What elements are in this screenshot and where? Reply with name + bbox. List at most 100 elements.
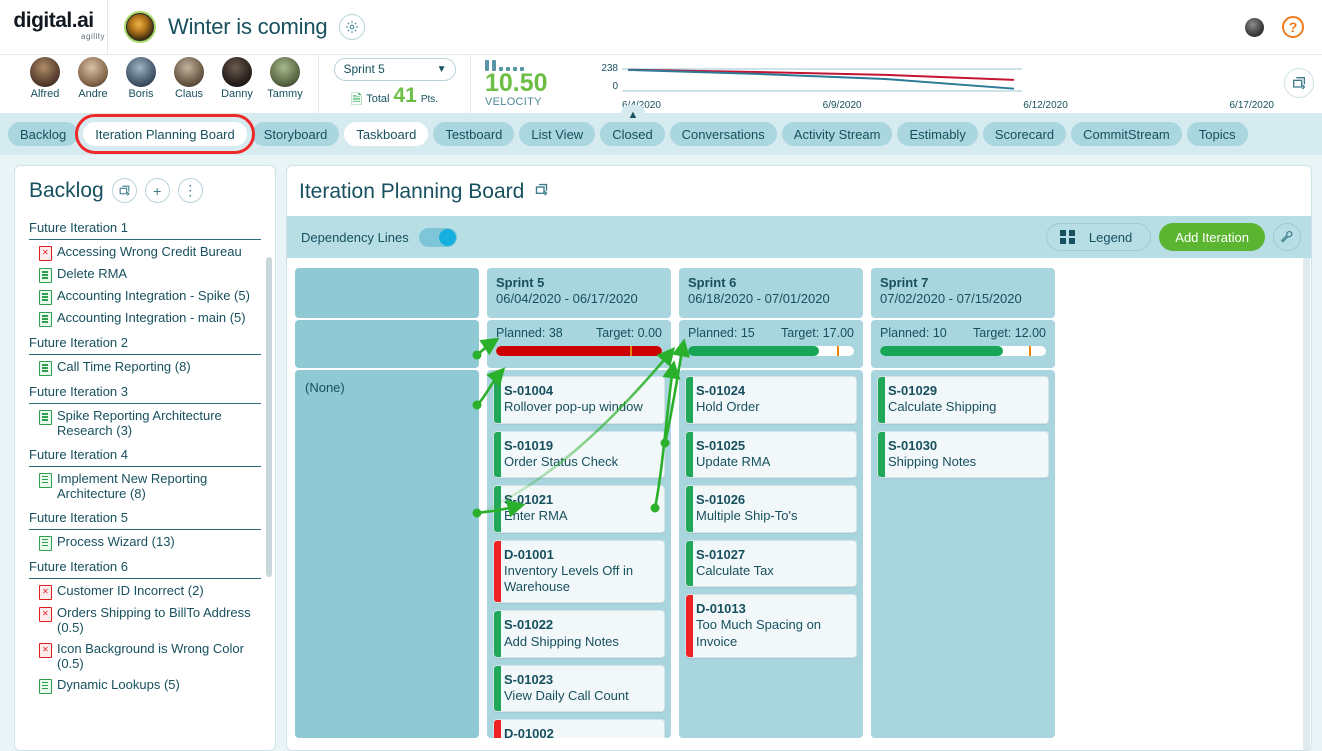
card-id: D-01001 — [504, 546, 554, 562]
board-card[interactable]: S-01024 Hold Order — [685, 376, 857, 424]
card-title: Calculate Shipping — [888, 399, 997, 415]
tab-testboard[interactable]: Testboard — [433, 122, 515, 146]
tab-scorecard[interactable]: Scorecard — [982, 122, 1067, 146]
team-member-name: Claus — [174, 88, 204, 100]
sprint-card-list: S-01029 Calculate Shipping S-01030 Shipping… — [871, 370, 1055, 738]
tab-list-view[interactable]: List View — [519, 122, 596, 146]
backlog-item[interactable]: Spike Reporting Architecture Research (3… — [29, 406, 261, 442]
story-icon — [39, 268, 52, 283]
backlog-item[interactable]: Process Wizard (13) — [29, 532, 261, 554]
board-column: Sprint 6 06/18/2020 - 07/01/2020 Planned: … — [679, 268, 863, 738]
logo-text: digital.ai — [13, 8, 94, 32]
board-card[interactable]: S-01023 View Daily Call Count — [493, 664, 665, 713]
team-member[interactable]: Alfred — [24, 57, 66, 100]
grid-icon — [1060, 229, 1075, 245]
add-iteration-button[interactable]: Add Iteration — [1159, 223, 1265, 251]
board-card[interactable]: S-01026 Multiple Ship-To's — [685, 485, 857, 533]
project-header: Winter is coming — [108, 0, 366, 54]
backlog-item[interactable]: Dynamic Lookups (5) — [29, 675, 261, 697]
refresh-icon[interactable] — [111, 178, 137, 203]
backlog-group-header[interactable]: Future Iteration 2 — [29, 330, 261, 355]
board-card[interactable]: S-01021 Enter RMA — [493, 485, 665, 533]
board-card[interactable]: D-01013 Too Much Spacing on Invoice — [685, 594, 857, 658]
add-icon[interactable]: + — [144, 178, 170, 203]
backlog-item[interactable]: Implement New Reporting Architecture (8) — [29, 469, 261, 505]
wrench-icon[interactable] — [1273, 223, 1301, 251]
board-card[interactable]: S-01029 Calculate Shipping — [877, 376, 1049, 424]
progress-bar-fill — [688, 346, 820, 356]
backlog-group-header[interactable]: Future Iteration 6 — [29, 554, 261, 579]
team-member-name: Danny — [221, 88, 253, 100]
sidebar-scrollbar[interactable] — [266, 257, 272, 577]
tab-estimably[interactable]: Estimably — [897, 122, 978, 146]
backlog-item[interactable]: Accessing Wrong Credit Bureau — [29, 242, 261, 264]
backlog-item[interactable]: Accounting Integration - Spike (5) — [29, 286, 261, 308]
board-card[interactable]: D-01002Pick Lists Reversed — [493, 719, 665, 738]
chart-xtick: 6/12/2020 — [1023, 100, 1068, 111]
dependency-lines-toggle[interactable] — [418, 227, 457, 247]
backlog-group-header[interactable]: Future Iteration 5 — [29, 505, 261, 530]
tab-activity-stream[interactable]: Activity Stream — [781, 122, 893, 146]
backlog-item[interactable]: Customer ID Incorrect (2) — [29, 581, 261, 603]
help-icon[interactable]: ? — [1282, 16, 1304, 38]
team-member[interactable]: Tammy — [264, 57, 306, 100]
tab-commitstream[interactable]: CommitStream — [1071, 122, 1182, 146]
board-card[interactable]: S-01025 Update RMA — [685, 430, 857, 478]
backlog-group-header[interactable]: Future Iteration 3 — [29, 379, 261, 404]
tab-storyboard[interactable]: Storyboard — [251, 122, 340, 146]
sprint-header[interactable]: Sprint 6 06/18/2020 - 07/01/2020 — [679, 268, 863, 318]
card-id: S-01004 — [504, 383, 554, 398]
team-member[interactable]: Boris — [120, 57, 162, 100]
tab-iteration-planning-board[interactable]: Iteration Planning Board — [75, 114, 255, 154]
board-card[interactable]: S-01030 Shipping Notes — [877, 430, 1049, 478]
backlog-item[interactable]: Icon Background is Wrong Color (0.5) — [29, 639, 261, 675]
burndown-chart[interactable]: 238 0 6/4/20206/9/20206/12/20206/17/2020 — [580, 55, 1322, 113]
gear-icon[interactable] — [339, 14, 366, 40]
backlog-list[interactable]: Future Iteration 1 Accessing Wrong Credit… — [15, 211, 275, 750]
backlog-item[interactable]: Accounting Integration - main (5) — [29, 308, 261, 330]
collapse-chevron-icon[interactable]: ▲ — [621, 105, 645, 121]
avatar[interactable] — [1245, 17, 1264, 37]
backlog-item-label: Accounting Integration - main (5) — [57, 310, 246, 325]
backlog-item[interactable]: Orders Shipping to BillTo Address (0.5) — [29, 603, 261, 639]
board-card[interactable]: S-01027 Calculate Tax — [685, 539, 857, 587]
board-card[interactable]: D-01001 Inventory Levels Off in Warehouse — [493, 539, 665, 604]
refresh-icon[interactable] — [534, 182, 549, 202]
progress-bar — [880, 346, 1046, 356]
sprint-stat-line: Planned: 15 Target: 17.00 — [688, 326, 854, 340]
avatar — [222, 57, 252, 87]
board-column-none: (None) — [295, 268, 479, 738]
backlog-item-label: Accounting Integration - Spike (5) — [57, 288, 250, 303]
tab-topics[interactable]: Topics — [1186, 122, 1248, 146]
tab-backlog[interactable]: Backlog — [8, 122, 79, 146]
board-toolbar: Dependency Lines Legend Add Iteration — [287, 216, 1311, 258]
app-logo[interactable]: digital.ai agility — [0, 0, 108, 54]
more-icon[interactable]: ⋮ — [177, 178, 203, 203]
sprint-header[interactable]: Sprint 7 07/02/2020 - 07/15/2020 — [871, 268, 1055, 318]
board-card[interactable]: S-01019 Order Status Check — [493, 430, 665, 478]
tab-closed[interactable]: Closed — [600, 122, 665, 146]
legend-button[interactable]: Legend — [1046, 223, 1152, 251]
backlog-group-header[interactable]: Future Iteration 1 — [29, 215, 261, 240]
board-card[interactable]: S-01004 Rollover pop-up window — [493, 376, 665, 424]
team-member[interactable]: Danny — [216, 57, 258, 100]
sprint-selector[interactable]: Sprint 5Sprint 6Sprint 7 — [333, 57, 456, 81]
board-scrollbar[interactable] — [1303, 258, 1310, 750]
team-member[interactable]: Claus — [168, 57, 210, 100]
sprint-dates: 06/04/2020 - 06/17/2020 — [496, 290, 638, 306]
board-column: Sprint 7 07/02/2020 - 07/15/2020 Planned: … — [871, 268, 1055, 738]
tab-conversations[interactable]: Conversations — [669, 122, 777, 146]
board-card[interactable]: S-01022 Add Shipping Notes — [493, 610, 665, 658]
tab-taskboard[interactable]: Taskboard — [344, 122, 429, 146]
sprint-header[interactable]: Sprint 5 06/04/2020 - 06/17/2020 — [487, 268, 671, 318]
backlog-group-header[interactable]: Future Iteration 4 — [29, 442, 261, 467]
velocity-block: 10.50 VELOCITY — [470, 55, 580, 113]
iteration-planning-panel: Iteration Planning Board Dependency Line… — [286, 165, 1312, 751]
team-member-list: Alfred Andre Boris Claus Danny Tammy — [0, 55, 318, 113]
team-member[interactable]: Andre — [72, 57, 114, 100]
total-label: Total — [366, 92, 390, 105]
refresh-icon[interactable] — [1284, 68, 1314, 98]
backlog-item[interactable]: Delete RMA — [29, 264, 261, 286]
target-value: Target: 12.00 — [973, 326, 1046, 340]
backlog-item[interactable]: Call Time Reporting (8) — [29, 357, 261, 379]
